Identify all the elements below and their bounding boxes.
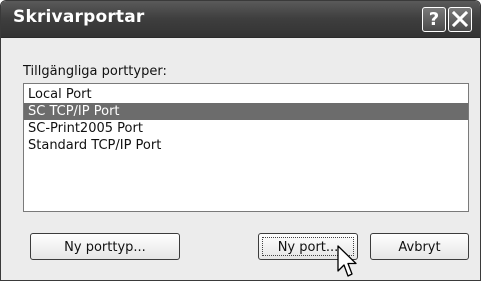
- list-item-standard-tcpip-port[interactable]: Standard TCP/IP Port: [24, 137, 468, 154]
- help-icon: ?: [428, 9, 440, 30]
- new-port-type-button[interactable]: Ny porttyp...: [30, 233, 180, 260]
- list-item-sc-print2005-port[interactable]: SC-Print2005 Port: [24, 120, 468, 137]
- dialog-window: Skrivarportar ? Tillgängliga porttyper: …: [0, 0, 481, 281]
- help-button[interactable]: ?: [422, 7, 446, 32]
- close-icon: [452, 11, 468, 27]
- list-item-local-port[interactable]: Local Port: [24, 86, 468, 103]
- dialog-title: Skrivarportar: [13, 7, 145, 27]
- close-button[interactable]: [448, 7, 472, 32]
- new-port-type-label: Ny porttyp...: [64, 240, 146, 255]
- title-bar[interactable]: Skrivarportar ?: [1, 1, 480, 38]
- cancel-label: Avbryt: [398, 240, 441, 255]
- available-port-types-label: Tillgängliga porttyper:: [23, 64, 167, 79]
- list-item-sc-tcpip-port[interactable]: SC TCP/IP Port: [24, 103, 468, 120]
- port-types-listbox[interactable]: Local Port SC TCP/IP Port SC-Print2005 P…: [23, 83, 469, 212]
- pointer-cursor-icon: [337, 245, 357, 277]
- cancel-button[interactable]: Avbryt: [370, 233, 469, 260]
